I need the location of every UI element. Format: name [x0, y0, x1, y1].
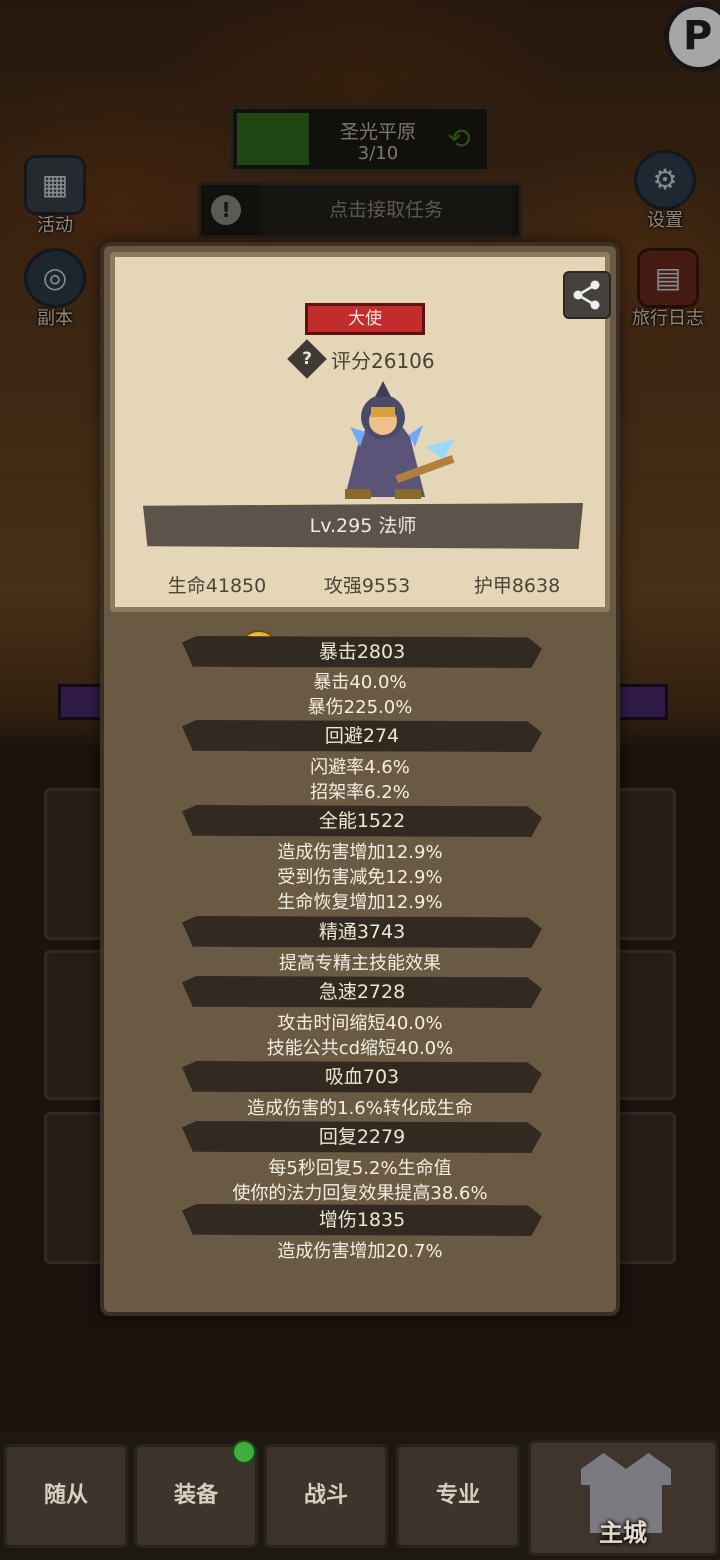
- character-card: 大使 ? 评分26106 Lv.295 法师 生命41850 攻强9553 护甲…: [110, 252, 611, 612]
- stat-line: 提高专精主技能效果: [279, 953, 441, 974]
- section-header-haste: 急速2728: [182, 976, 542, 1008]
- section-header-dodge: 回避274: [182, 720, 542, 752]
- share-button[interactable]: [563, 271, 611, 319]
- nav-profession[interactable]: 专业: [396, 1444, 520, 1548]
- stat-line: 使你的法力回复效果提高38.6%: [232, 1183, 488, 1204]
- stat-attack: 攻强9553: [323, 575, 411, 597]
- stat-line: 技能公共cd缩短40.0%: [266, 1038, 454, 1059]
- stat-line: 闪避率4.6%: [310, 757, 410, 778]
- stat-line: 暴伤225.0%: [307, 697, 413, 718]
- section-header-crit: 暴击2803: [182, 636, 542, 668]
- section-header-versatility: 全能1522: [182, 805, 542, 837]
- hero-sprite: [345, 381, 455, 499]
- castle-label: 主城: [599, 1519, 647, 1547]
- stat-hp: 生命41850: [167, 575, 267, 597]
- stat-line: 招架率6.2%: [310, 782, 410, 803]
- stat-line: 造成伤害增加20.7%: [277, 1241, 443, 1262]
- stat-line: 每5秒回复5.2%生命值: [268, 1158, 452, 1179]
- section-header-leech: 吸血703: [182, 1061, 542, 1093]
- score-text: 评分26106: [331, 349, 435, 373]
- section-header-mastery: 精通3743: [182, 916, 542, 948]
- title-badge: 大使: [305, 303, 425, 335]
- stat-line: 受到伤害减免12.9%: [277, 867, 443, 888]
- stat-line: 造成伤害增加12.9%: [277, 842, 443, 863]
- character-stats-panel: 大使 ? 评分26106 Lv.295 法师 生命41850 攻强9553 护甲…: [100, 242, 620, 1316]
- stat-line: 生命恢复增加12.9%: [277, 892, 443, 913]
- section-header-regen: 回复2279: [182, 1121, 542, 1153]
- nav-castle[interactable]: 主城: [528, 1440, 718, 1556]
- stat-line: 攻击时间缩短40.0%: [277, 1013, 443, 1034]
- stat-line: 造成伤害的1.6%转化成生命: [247, 1098, 473, 1119]
- stat-line: 暴击40.0%: [313, 672, 407, 693]
- nav-battle[interactable]: 战斗: [264, 1444, 388, 1548]
- section-header-damage-bonus: 增伤1835: [182, 1204, 542, 1236]
- nav-followers[interactable]: 随从: [4, 1444, 128, 1548]
- help-icon-glyph: ?: [302, 349, 312, 369]
- share-icon: [573, 280, 600, 310]
- notification-dot: [232, 1440, 256, 1464]
- stat-armor: 护甲8638: [473, 575, 561, 597]
- level-class: Lv.295 法师: [143, 503, 583, 549]
